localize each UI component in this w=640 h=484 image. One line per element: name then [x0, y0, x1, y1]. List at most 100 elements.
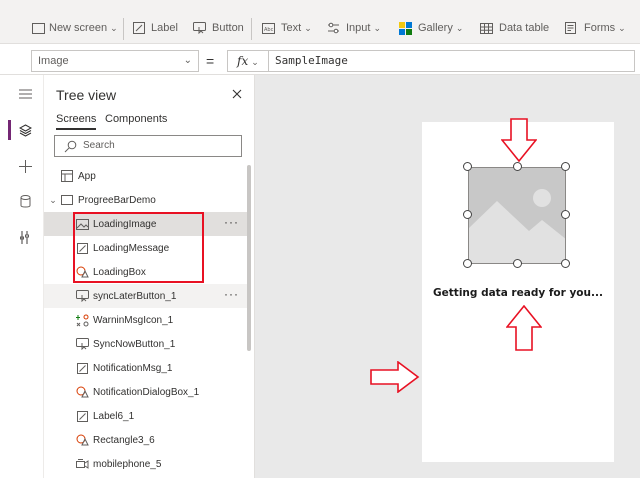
- resize-handle[interactable]: [513, 259, 522, 268]
- chevron-down-icon: ⌄: [110, 22, 118, 33]
- label-pencil-icon: [133, 22, 145, 34]
- tab-components[interactable]: Components: [105, 113, 167, 125]
- text-label: Text: [281, 22, 302, 34]
- formula-input[interactable]: SampleImage: [269, 50, 635, 72]
- button-label: Button: [212, 22, 244, 34]
- annotation-arrow-right-icon: [370, 361, 420, 393]
- resize-handle[interactable]: [561, 162, 570, 171]
- tree-node-rectangle3[interactable]: Rectangle3_6: [44, 428, 250, 452]
- svg-text:Abc: Abc: [264, 27, 274, 33]
- formula-bar: Image ⌄ = fx ⌄ SampleImage: [0, 44, 640, 75]
- design-canvas: Getting data ready for you...: [255, 75, 640, 478]
- chevron-down-icon: ⌄: [373, 22, 382, 33]
- loading-image[interactable]: [468, 167, 566, 264]
- resize-handle[interactable]: [463, 259, 472, 268]
- resize-handle[interactable]: [463, 162, 472, 171]
- tree-node-label: ProgreeBarDemo: [78, 194, 156, 206]
- insert-ribbon: New screen ⌄ Label Button Abc Text ⌄ Inp…: [0, 0, 640, 44]
- gallery-menu-button[interactable]: Gallery ⌄: [399, 18, 463, 38]
- input-menu-button[interactable]: Input ⌄: [327, 18, 381, 38]
- gallery-grid-icon: [399, 21, 412, 35]
- resize-handle[interactable]: [513, 162, 522, 171]
- new-screen-button[interactable]: New screen ⌄: [32, 18, 118, 38]
- tree-node-label: App: [78, 170, 96, 182]
- label-label: Label: [151, 22, 178, 34]
- tree-node-label: mobilephone_5: [93, 458, 162, 470]
- screen-icon: [60, 193, 74, 207]
- button-cursor-icon: [75, 337, 89, 351]
- loading-message[interactable]: Getting data ready for you...: [422, 287, 614, 299]
- data-table-button[interactable]: Data table: [480, 18, 549, 38]
- tree-node-screen[interactable]: ⌄ ProgreeBarDemo: [44, 188, 250, 212]
- tree-node-mobilephone[interactable]: mobilephone_5: [44, 452, 250, 476]
- shape-icon: [75, 433, 89, 447]
- resize-handle[interactable]: [561, 259, 570, 268]
- chevron-down-icon[interactable]: ⌄: [46, 193, 60, 207]
- resize-handle[interactable]: [463, 210, 472, 219]
- chevron-down-icon: ⌄: [455, 22, 464, 33]
- annotation-arrow-down-icon: [501, 118, 537, 162]
- tree-node-app[interactable]: App: [44, 164, 250, 188]
- tree-node-label6[interactable]: Label6_1: [44, 404, 250, 428]
- input-sliders-icon: [328, 22, 339, 34]
- tree-node-notificationmsg[interactable]: NotificationMsg_1: [44, 356, 250, 380]
- advanced-tools-button[interactable]: [6, 222, 44, 252]
- new-screen-label: New screen: [49, 22, 108, 34]
- more-options-button[interactable]: ···: [224, 287, 239, 301]
- annotation-highlight-box: [73, 212, 204, 283]
- layers-icon: [18, 123, 32, 137]
- insert-button[interactable]: [6, 151, 44, 181]
- button-cursor-icon: [193, 22, 206, 34]
- property-value: Image: [38, 55, 69, 67]
- tree-view-button[interactable]: [6, 115, 44, 145]
- tree-node-label: syncLaterButton_1: [93, 290, 177, 302]
- tree-node-label: Label6_1: [93, 410, 135, 422]
- label-button[interactable]: Label: [133, 18, 178, 38]
- tree-node-syncnowbutton[interactable]: SyncNowButton_1: [44, 332, 250, 356]
- tree-scrollbar[interactable]: [247, 165, 251, 351]
- data-button[interactable]: [6, 186, 44, 216]
- app-icon: [60, 169, 74, 183]
- database-icon: [20, 194, 30, 207]
- more-options-button[interactable]: ···: [224, 215, 239, 229]
- tree-node-warninmsgicon[interactable]: WarninMsgIcon_1: [44, 308, 250, 332]
- ribbon-divider: [251, 18, 252, 40]
- tree-node-synclaterbutton[interactable]: syncLaterButton_1 ···: [44, 284, 250, 308]
- shape-icon: [75, 385, 89, 399]
- text-menu-button[interactable]: Abc Text ⌄: [262, 18, 312, 38]
- hamburger-menu-button[interactable]: [6, 79, 44, 109]
- media-icon: [75, 457, 89, 471]
- search-input[interactable]: Search: [54, 135, 242, 157]
- plus-icon: [18, 159, 32, 173]
- button-button[interactable]: Button: [193, 18, 244, 38]
- icons-icon: [75, 313, 89, 327]
- chevron-down-icon: ⌄: [251, 57, 259, 67]
- mobile-screen-preview[interactable]: Getting data ready for you...: [422, 118, 614, 462]
- left-rail: [6, 75, 44, 478]
- tree-node-label: NotificationDialogBox_1: [93, 386, 200, 398]
- tree-node-label: NotificationMsg_1: [93, 362, 173, 374]
- resize-handle[interactable]: [561, 210, 570, 219]
- property-dropdown[interactable]: Image ⌄: [31, 50, 199, 72]
- data-table-label: Data table: [499, 22, 550, 34]
- hamburger-icon: [18, 89, 32, 99]
- forms-menu-button[interactable]: Forms ⌄: [565, 18, 626, 38]
- gallery-label: Gallery: [418, 22, 453, 34]
- ribbon-divider: [123, 18, 124, 40]
- screen-icon: [32, 22, 45, 34]
- text-abc-icon: Abc: [262, 22, 275, 34]
- chevron-down-icon: ⌄: [304, 22, 312, 33]
- tree-node-notificationdialogbox[interactable]: NotificationDialogBox_1: [44, 380, 250, 404]
- tree-node-label: WarninMsgIcon_1: [93, 314, 174, 326]
- tools-icon: [20, 230, 29, 244]
- input-label: Input: [346, 22, 371, 34]
- close-icon[interactable]: [230, 87, 244, 101]
- fx-button[interactable]: fx ⌄: [227, 50, 269, 72]
- equals-sign: =: [206, 53, 215, 69]
- search-placeholder: Search: [83, 140, 115, 151]
- search-icon: [64, 140, 77, 153]
- tab-screens[interactable]: Screens: [56, 113, 97, 130]
- tree-node-label: Rectangle3_6: [93, 434, 155, 446]
- label-pencil-icon: [75, 409, 89, 423]
- forms-icon: [565, 22, 576, 34]
